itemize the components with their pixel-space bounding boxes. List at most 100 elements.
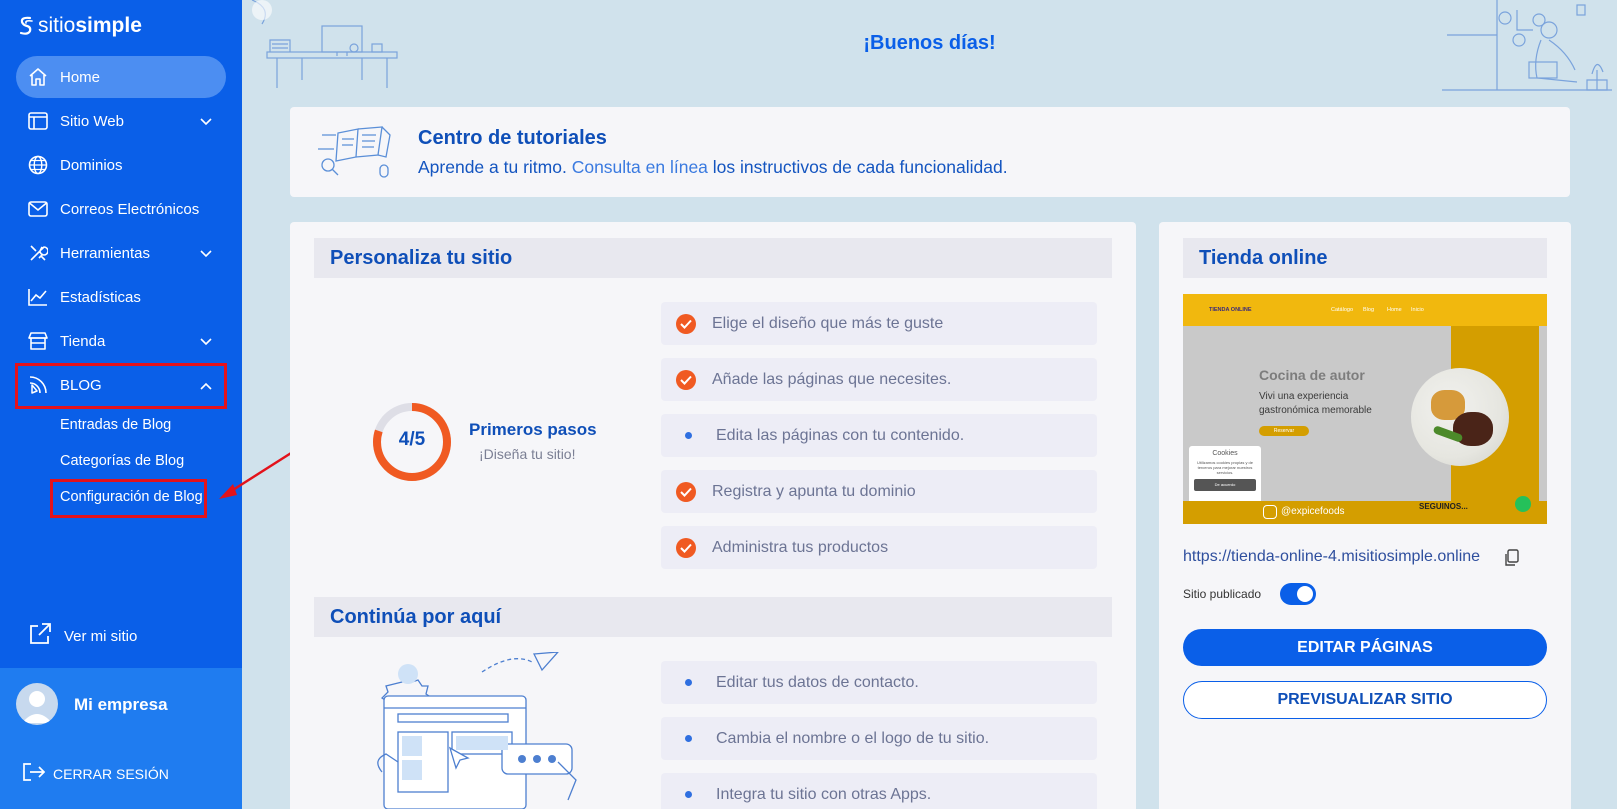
check-circle-icon [676, 537, 696, 558]
check-circle-icon [676, 369, 696, 390]
preview-nav-2: Home [1387, 307, 1402, 313]
toggle-knob [1297, 586, 1313, 602]
instagram-icon [1263, 505, 1277, 519]
step-item[interactable]: Administra tus productos [661, 526, 1097, 569]
preview-cookie-box: Cookies Utilizamos cookies propias y de … [1189, 446, 1261, 508]
brand-prefix: sitio [38, 14, 76, 37]
person-laptop-illustration [1442, 0, 1612, 91]
logout-icon [23, 763, 46, 784]
preview-cookie-button: De acuerdo [1194, 479, 1256, 491]
sidebar-item-tienda[interactable]: Tienda [16, 320, 226, 362]
continue-item[interactable]: Editar tus datos de contacto. [661, 661, 1097, 704]
store-preview[interactable]: TIENDA ONLINE Catálogo Blog Home Inicio … [1183, 294, 1547, 524]
preview-cookie-text: Utilizamos cookies propias y de terceros… [1196, 460, 1254, 475]
book-illustration [318, 126, 391, 178]
pending-dot-icon [685, 432, 692, 439]
preview-cookie-title: Cookies [1212, 450, 1238, 457]
tools-icon [28, 243, 48, 263]
preview-nav-0: Catálogo [1331, 307, 1354, 313]
sidebar-item-label: Dominios [60, 156, 123, 174]
step-label: Edita las páginas con tu contenido. [716, 426, 965, 444]
browser-window-icon [28, 111, 48, 131]
preview-site-button[interactable]: PREVISUALIZAR SITIO [1183, 681, 1547, 719]
preview-footer: @expicefoods SEGUINOS... [1183, 501, 1547, 524]
progress-text: 4/5 [398, 429, 426, 450]
tutorials-card: Centro de tutoriales Aprende a tu ritmo.… [290, 107, 1570, 197]
step-item[interactable]: Edita las páginas con tu contenido. [661, 414, 1097, 457]
external-link-icon [28, 622, 52, 650]
step-label: Administra tus productos [712, 538, 889, 556]
whatsapp-icon [1515, 496, 1531, 512]
continue-label: Cambia el nombre o el logo de tu sitio. [716, 729, 990, 747]
sidebar-subitem-entradas[interactable]: Entradas de Blog [60, 417, 171, 433]
chevron-down-icon [200, 245, 212, 262]
highlight-box-config [50, 479, 207, 518]
sidebar-item-label: Herramientas [60, 244, 151, 262]
sidebar-item-home[interactable]: Home [16, 56, 226, 98]
step-item[interactable]: Registra y apunta tu dominio [661, 470, 1097, 513]
web-design-illustration [377, 652, 577, 809]
preview-subline: Vivi una experiencia gastronómica memora… [1259, 391, 1372, 416]
tutorials-text-before: Aprende a tu ritmo. [418, 157, 567, 177]
preview-brand: TIENDA ONLINE [1209, 307, 1252, 313]
tutorials-text-after: los instructivos de cada funcionalidad. [712, 157, 1008, 177]
logout-link[interactable]: CERRAR SESIÓN [23, 763, 169, 784]
sidebar-item-estadisticas[interactable]: Estadísticas [16, 276, 226, 318]
check-circle-icon [676, 313, 696, 334]
sidebar-item-label: Correos Electrónicos [60, 200, 200, 218]
tutorials-title: Centro de tutoriales [418, 127, 607, 149]
view-site-label: Ver mi sitio [64, 627, 138, 645]
personalize-title: Personaliza tu sitio [330, 246, 513, 269]
step-label: Elige el diseño que más te guste [712, 314, 944, 332]
store-url[interactable]: https://tienda-online-4.misitiosimple.on… [1183, 548, 1480, 566]
bullet-dot-icon [685, 791, 692, 798]
published-label: Sitio publicado [1183, 587, 1262, 601]
sidebar-item-label: Home [60, 68, 101, 86]
step-item[interactable]: Añade las páginas que necesites. [661, 358, 1097, 401]
tutorials-link[interactable]: Consulta en línea [572, 157, 708, 177]
step-item[interactable]: Elige el diseño que más te guste [661, 302, 1097, 345]
bullet-dot-icon [685, 679, 692, 686]
continue-item[interactable]: Integra tu sitio con otras Apps. [661, 773, 1097, 809]
profile-panel: Mi empresa CERRAR SESIÓN [0, 668, 242, 809]
preview-follow: SEGUINOS... [1419, 502, 1468, 511]
check-circle-icon [676, 481, 696, 502]
continue-title: Continúa por aquí [330, 605, 502, 628]
chevron-down-icon [200, 333, 212, 350]
brand-bold: simple [75, 14, 142, 37]
globe-icon [28, 155, 48, 175]
sidebar-item-correos[interactable]: Correos Electrónicos [16, 188, 226, 230]
edit-pages-button[interactable]: EDITAR PÁGINAS [1183, 629, 1547, 666]
greeting: ¡Buenos días! [863, 32, 996, 54]
step-label: Registra y apunta tu dominio [712, 482, 916, 500]
preview-handle: @expicefoods [1281, 506, 1345, 517]
preview-topbar: TIENDA ONLINE Catálogo Blog Home Inicio [1183, 294, 1547, 326]
store-icon [28, 331, 48, 351]
brand-logo[interactable]: sitio simple [18, 14, 142, 38]
published-toggle[interactable] [1280, 583, 1316, 605]
continue-item[interactable]: Cambia el nombre o el logo de tu sitio. [661, 717, 1097, 760]
preview-headline: Cocina de autor [1259, 367, 1365, 383]
sidebar: sitio simple Home Sitio Web Dominios Corr… [0, 0, 242, 809]
preview-nav-1: Blog [1363, 307, 1375, 313]
view-site-link[interactable]: Ver mi sitio [28, 622, 137, 650]
sidebar-item-sitio-web[interactable]: Sitio Web [16, 100, 226, 142]
sidebar-subitem-categorias[interactable]: Categorías de Blog [60, 453, 184, 469]
sidebar-item-dominios[interactable]: Dominios [16, 144, 226, 186]
steps-subtitle: ¡Diseña tu sitio! [479, 446, 576, 462]
store-header: Tienda online [1183, 238, 1547, 278]
continue-header: Continúa por aquí [314, 597, 1112, 637]
sidebar-item-herramientas[interactable]: Herramientas [16, 232, 226, 274]
highlight-box-blog [15, 363, 227, 409]
store-title: Tienda online [1199, 246, 1328, 269]
mail-icon [28, 199, 48, 219]
personalize-header: Personaliza tu sitio [314, 238, 1112, 278]
sidebar-item-label: Tienda [60, 332, 106, 350]
avatar[interactable] [16, 683, 58, 725]
step-label: Añade las páginas que necesites. [712, 370, 952, 388]
copy-icon[interactable] [1504, 549, 1520, 572]
logo-icon [19, 16, 33, 35]
company-name: Mi empresa [74, 695, 168, 714]
sidebar-item-label: Estadísticas [60, 288, 141, 306]
preview-button: Reservar [1259, 426, 1309, 436]
